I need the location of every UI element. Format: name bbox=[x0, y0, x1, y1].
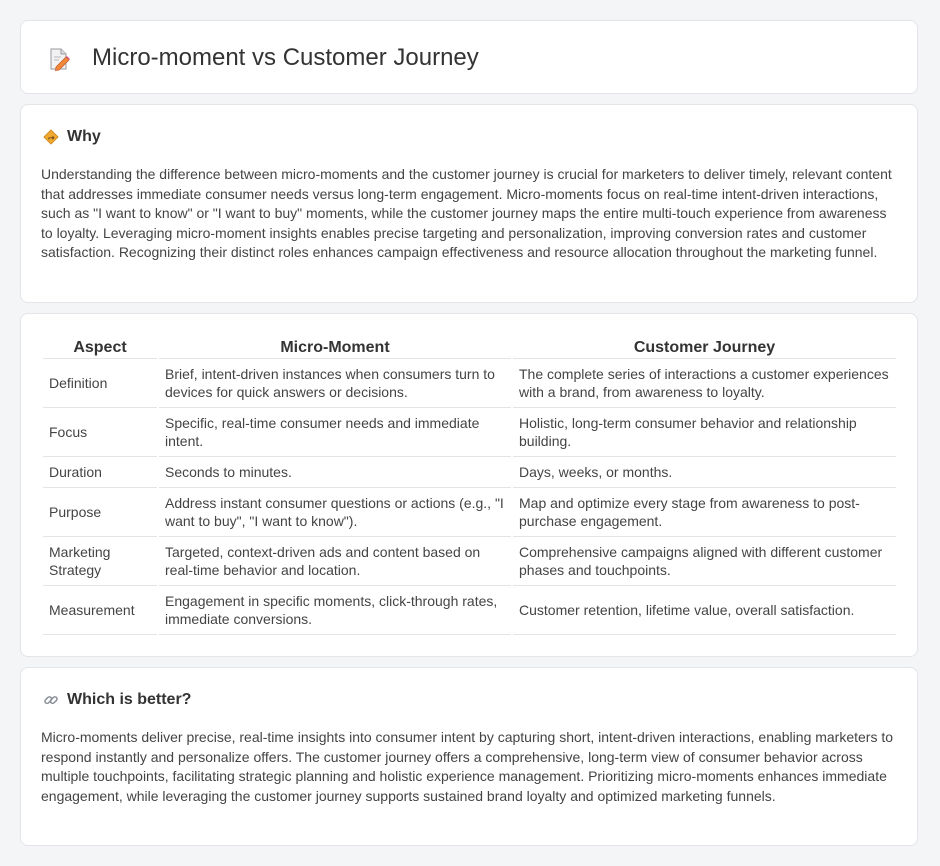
comparison-table: Aspect Micro-Moment Customer Journey Def… bbox=[41, 336, 898, 635]
aspect-cell: Duration bbox=[43, 457, 157, 488]
header-micro-moment: Micro-Moment bbox=[159, 336, 511, 359]
customer-journey-cell: Map and optimize every stage from awaren… bbox=[513, 488, 896, 537]
aspect-cell: Purpose bbox=[43, 488, 157, 537]
better-text: Micro-moments deliver precise, real-time… bbox=[41, 729, 894, 804]
customer-journey-cell: The complete series of interactions a cu… bbox=[513, 359, 896, 408]
header-customer-journey: Customer Journey bbox=[513, 336, 896, 359]
which-is-better-section: Which is better? Micro-moments deliver p… bbox=[20, 667, 918, 846]
customer-journey-cell: Customer retention, lifetime value, over… bbox=[513, 586, 896, 635]
header-card: Micro-moment vs Customer Journey bbox=[20, 20, 918, 94]
aspect-cell: Measurement bbox=[43, 586, 157, 635]
customer-journey-cell: Days, weeks, or months. bbox=[513, 457, 896, 488]
table-row: Focus Specific, real-time consumer needs… bbox=[43, 408, 896, 457]
micro-moment-cell: Targeted, context-driven ads and content… bbox=[159, 537, 511, 586]
micro-moment-cell: Address instant consumer questions or ac… bbox=[159, 488, 511, 537]
page-title: Micro-moment vs Customer Journey bbox=[92, 44, 479, 71]
table-header-row: Aspect Micro-Moment Customer Journey bbox=[43, 336, 896, 359]
document-pencil-icon bbox=[50, 48, 70, 71]
aspect-cell: Marketing Strategy bbox=[43, 537, 157, 586]
micro-moment-cell: Brief, intent-driven instances when cons… bbox=[159, 359, 511, 408]
table-row: Definition Brief, intent-driven instance… bbox=[43, 359, 896, 408]
why-title: Why bbox=[67, 128, 101, 145]
table-row: Duration Seconds to minutes. Days, weeks… bbox=[43, 457, 896, 488]
header-aspect: Aspect bbox=[43, 336, 157, 359]
customer-journey-cell: Comprehensive campaigns aligned with dif… bbox=[513, 537, 896, 586]
micro-moment-cell: Specific, real-time consumer needs and i… bbox=[159, 408, 511, 457]
why-text: Understanding the difference between mic… bbox=[41, 166, 892, 260]
customer-journey-cell: Holistic, long-term consumer behavior an… bbox=[513, 408, 896, 457]
comparison-section: Aspect Micro-Moment Customer Journey Def… bbox=[20, 313, 918, 657]
aspect-cell: Definition bbox=[43, 359, 157, 408]
table-row: Marketing Strategy Targeted, context-dri… bbox=[43, 537, 896, 586]
link-icon bbox=[44, 696, 58, 705]
better-title: Which is better? bbox=[67, 691, 192, 708]
table-row: Purpose Address instant consumer questio… bbox=[43, 488, 896, 537]
aspect-cell: Focus bbox=[43, 408, 157, 457]
micro-moment-cell: Seconds to minutes. bbox=[159, 457, 511, 488]
micro-moment-cell: Engagement in specific moments, click-th… bbox=[159, 586, 511, 635]
diamond-signpost-icon bbox=[43, 129, 59, 145]
table-row: Measurement Engagement in specific momen… bbox=[43, 586, 896, 635]
why-section: Why Understanding the difference between… bbox=[20, 104, 918, 303]
